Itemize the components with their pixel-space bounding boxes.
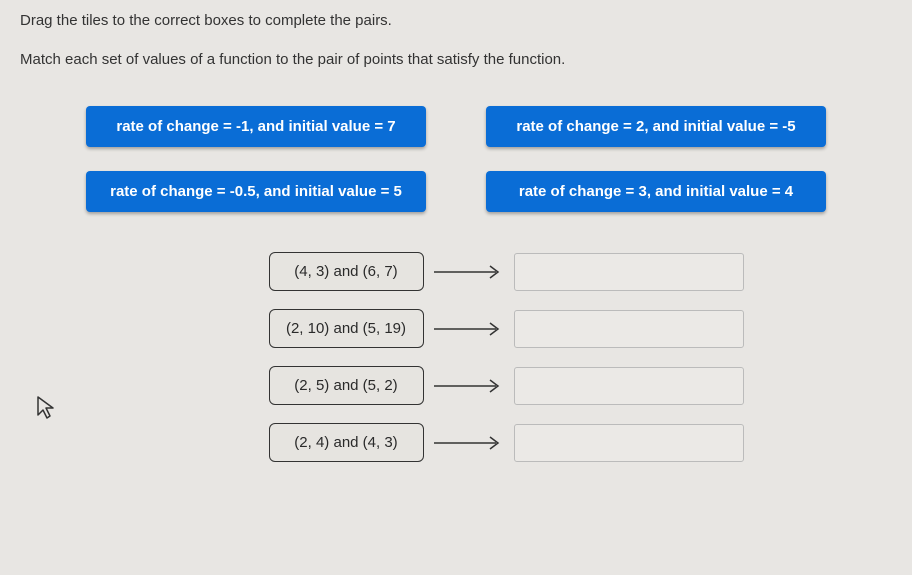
- draggable-tile[interactable]: rate of change = 2, and initial value = …: [486, 106, 826, 147]
- pair-row: (2, 10) and (5, 19): [269, 309, 744, 348]
- arrow-icon: [434, 378, 504, 394]
- prompt-box: (2, 4) and (4, 3): [269, 423, 424, 462]
- arrow-icon: [434, 435, 504, 451]
- arrow-icon: [434, 321, 504, 337]
- prompt-box: (2, 10) and (5, 19): [269, 309, 424, 348]
- draggable-tile[interactable]: rate of change = -1, and initial value =…: [86, 106, 426, 147]
- pair-row: (2, 5) and (5, 2): [269, 366, 744, 405]
- instruction-line-2: Match each set of values of a function t…: [20, 51, 892, 68]
- pairs-container: (4, 3) and (6, 7) (2, 10) and (5, 19) (2…: [120, 252, 892, 462]
- cursor-icon: [36, 395, 56, 426]
- drop-zone[interactable]: [514, 367, 744, 405]
- prompt-box: (4, 3) and (6, 7): [269, 252, 424, 291]
- pair-row: (4, 3) and (6, 7): [269, 252, 744, 291]
- instruction-line-1: Drag the tiles to the correct boxes to c…: [20, 12, 892, 29]
- pair-row: (2, 4) and (4, 3): [269, 423, 744, 462]
- prompt-box: (2, 5) and (5, 2): [269, 366, 424, 405]
- draggable-tile[interactable]: rate of change = 3, and initial value = …: [486, 171, 826, 212]
- tiles-container: rate of change = -1, and initial value =…: [20, 106, 892, 212]
- draggable-tile[interactable]: rate of change = -0.5, and initial value…: [86, 171, 426, 212]
- drop-zone[interactable]: [514, 253, 744, 291]
- drop-zone[interactable]: [514, 310, 744, 348]
- drop-zone[interactable]: [514, 424, 744, 462]
- arrow-icon: [434, 264, 504, 280]
